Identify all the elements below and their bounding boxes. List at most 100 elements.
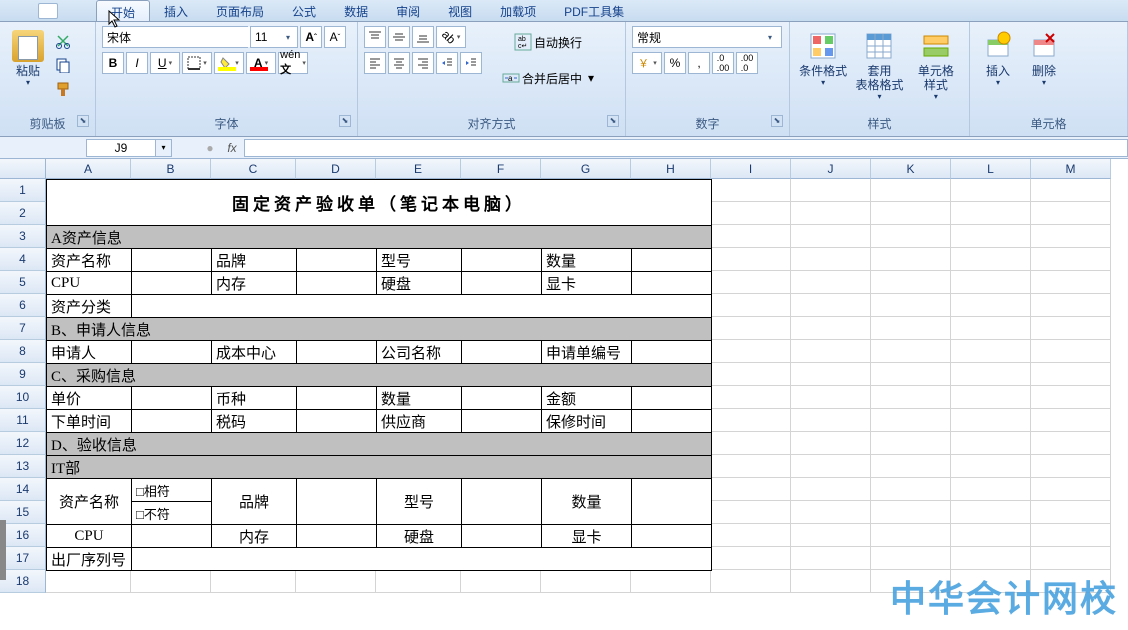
increase-decimal-button[interactable]: .0.00 [712,52,734,74]
row-header-17[interactable]: 17 [0,547,46,570]
row-header-18[interactable]: 18 [0,570,46,593]
tab-review[interactable]: 审阅 [382,0,434,21]
col-header-I[interactable]: I [711,159,791,179]
row-header-3[interactable]: 3 [0,225,46,248]
cell: 品牌 [212,249,297,272]
row-header-10[interactable]: 10 [0,386,46,409]
underline-button[interactable]: U▾ [150,52,180,74]
fx-icon[interactable]: fx [220,141,244,155]
clipboard-launcher[interactable]: ⬊ [77,115,89,127]
cut-button[interactable] [52,30,74,52]
scroll-handle[interactable] [0,520,6,580]
col-header-A[interactable]: A [46,159,131,179]
group-clipboard: 粘贴 ▾ 剪贴板⬊ [0,22,96,136]
tab-addins[interactable]: 加载项 [486,0,550,21]
align-middle-button[interactable] [388,26,410,48]
row-header-6[interactable]: 6 [0,294,46,317]
merge-center-button[interactable]: a 合并后居中 ▾ [495,62,601,94]
group-alignment: ab▾ abc↵ 自动换行 a 合并后居中 [358,22,626,136]
align-center-button[interactable] [388,52,410,74]
font-size-input[interactable] [251,27,281,47]
align-bottom-button[interactable] [412,26,434,48]
row-header-13[interactable]: 13 [0,455,46,478]
col-header-F[interactable]: F [461,159,541,179]
row-header-12[interactable]: 12 [0,432,46,455]
worksheet-content[interactable]: 固定资产验收单（笔记本电脑） A资产信息 资产名称品牌型号数量 CPU内存硬盘显… [46,179,712,571]
select-all-corner[interactable] [0,159,46,179]
font-name-combo[interactable]: ▾ [102,26,248,48]
align-top-button[interactable] [364,26,386,48]
comma-button[interactable]: , [688,52,710,74]
col-header-G[interactable]: G [541,159,631,179]
col-header-C[interactable]: C [211,159,296,179]
col-header-H[interactable]: H [631,159,711,179]
col-header-L[interactable]: L [951,159,1031,179]
conditional-format-button[interactable]: 条件格式▾ [796,26,850,91]
font-launcher[interactable]: ⬊ [339,115,351,127]
format-painter-button[interactable] [52,78,74,100]
accounting-format-button[interactable]: ￥▾ [632,52,662,74]
phonetic-button[interactable]: wén文▾ [278,52,308,74]
row-header-11[interactable]: 11 [0,409,46,432]
delete-cells-button[interactable]: 删除▾ [1022,26,1066,91]
decrease-indent-button[interactable] [436,52,458,74]
font-size-combo[interactable]: ▾ [250,26,298,48]
percent-button[interactable]: % [664,52,686,74]
row-header-5[interactable]: 5 [0,271,46,294]
row-header-2[interactable]: 2 [0,202,46,225]
row-header-14[interactable]: 14 [0,478,46,501]
name-box[interactable] [86,139,156,157]
border-button[interactable]: ▾ [182,52,212,74]
col-header-J[interactable]: J [791,159,871,179]
italic-button[interactable]: I [126,52,148,74]
fill-color-button[interactable]: ▾ [214,52,244,74]
tab-insert[interactable]: 插入 [150,0,202,21]
col-header-M[interactable]: M [1031,159,1111,179]
number-format-input[interactable] [633,27,763,47]
formula-input[interactable] [244,139,1128,157]
number-format-combo[interactable]: ▾ [632,26,782,48]
tab-pdf[interactable]: PDF工具集 [550,0,638,21]
row-header-7[interactable]: 7 [0,317,46,340]
cell: 申请人 [47,341,132,364]
merge-center-label: 合并后居中 [522,70,582,87]
copy-button[interactable] [52,54,74,76]
align-left-button[interactable] [364,52,386,74]
font-color-button[interactable]: A▾ [246,52,276,74]
cell: CPU [47,272,132,295]
col-header-D[interactable]: D [296,159,376,179]
col-header-B[interactable]: B [131,159,211,179]
alignment-launcher[interactable]: ⬊ [607,115,619,127]
grow-font-button[interactable]: Aˆ [300,26,322,48]
row-header-4[interactable]: 4 [0,248,46,271]
name-box-dropdown[interactable]: ▾ [156,139,172,157]
tab-view[interactable]: 视图 [434,0,486,21]
tab-formulas[interactable]: 公式 [278,0,330,21]
paste-button[interactable]: 粘贴 ▾ [6,26,50,91]
office-button-placeholder[interactable] [38,3,58,19]
cell-styles-button[interactable]: 单元格 样式▾ [909,26,963,105]
col-header-E[interactable]: E [376,159,461,179]
wrap-text-button[interactable]: abc↵ 自动换行 [495,26,601,58]
tab-data[interactable]: 数据 [330,0,382,21]
row-header-16[interactable]: 16 [0,524,46,547]
format-table-button[interactable]: 套用 表格格式▾ [852,26,906,105]
orientation-button[interactable]: ab▾ [436,26,466,48]
insert-cells-button[interactable]: 插入▾ [976,26,1020,91]
col-header-K[interactable]: K [871,159,951,179]
bold-button[interactable]: B [102,52,124,74]
number-launcher[interactable]: ⬊ [771,115,783,127]
cell [132,410,212,433]
tab-home[interactable]: 开始 [96,0,150,21]
row-header-8[interactable]: 8 [0,340,46,363]
align-right-button[interactable] [412,52,434,74]
decrease-decimal-button[interactable]: .00.0 [736,52,758,74]
row-header-1[interactable]: 1 [0,179,46,202]
row-header-15[interactable]: 15 [0,501,46,524]
cell [132,387,212,410]
font-name-input[interactable] [103,27,266,47]
increase-indent-button[interactable] [460,52,482,74]
tab-layout[interactable]: 页面布局 [202,0,278,21]
shrink-font-button[interactable]: Aˇ [324,26,346,48]
row-header-9[interactable]: 9 [0,363,46,386]
